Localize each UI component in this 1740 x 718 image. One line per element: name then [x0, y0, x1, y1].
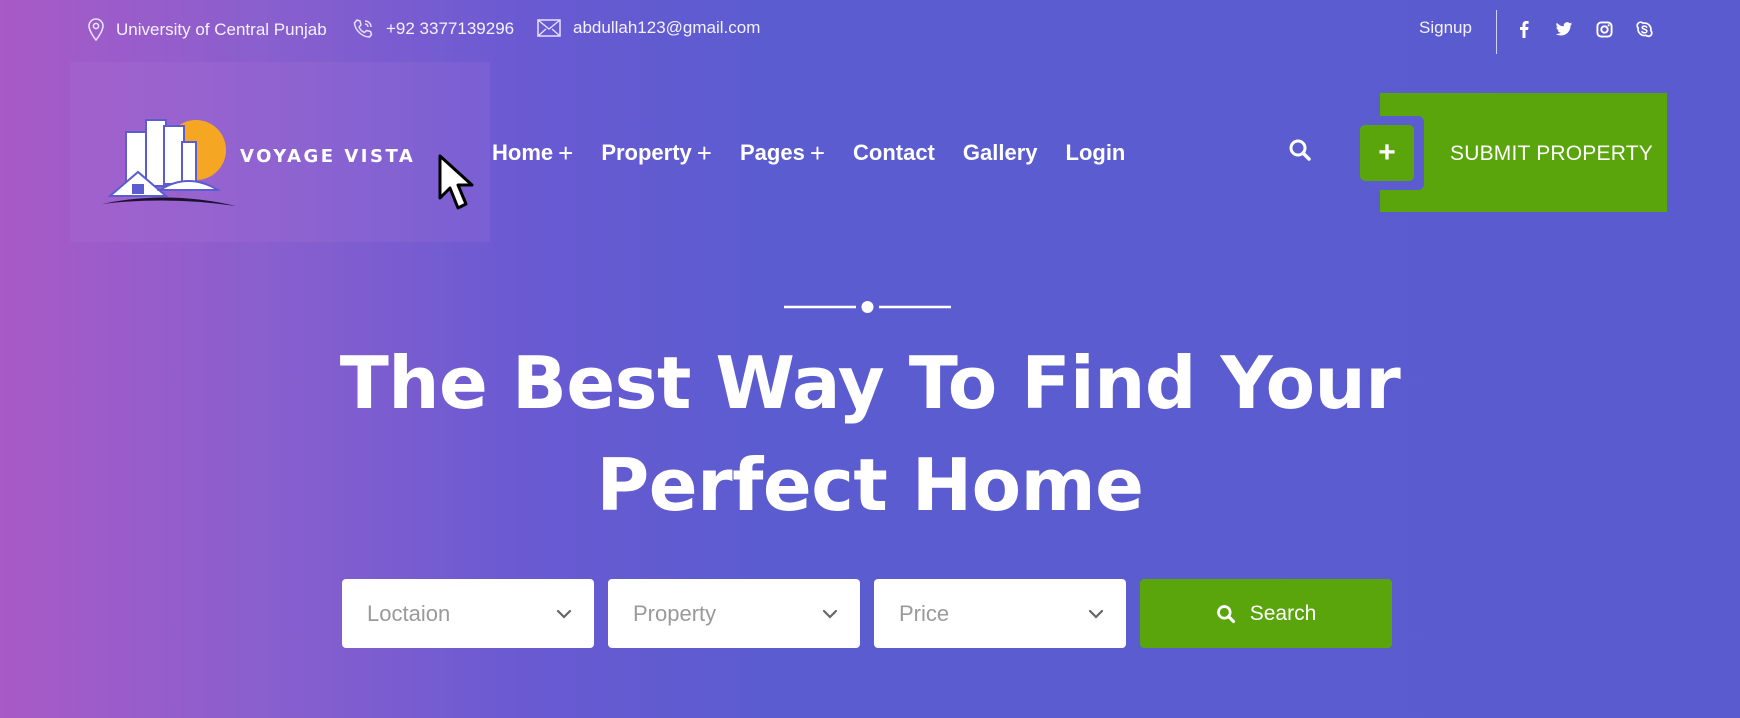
building-logo-icon	[102, 119, 236, 206]
hero-title: The Best Way To Find Your Perfect Home	[0, 332, 1740, 536]
map-pin-icon	[88, 18, 104, 42]
main-nav: Home + Property + Pages + Contact Gallery L…	[492, 140, 1153, 166]
facebook-icon[interactable]	[1504, 18, 1544, 40]
chevron-down-icon	[556, 609, 572, 619]
phone-icon	[353, 19, 373, 38]
phone-text: +92 3377139296	[386, 19, 515, 38]
nav-item-label: Home	[492, 140, 554, 165]
hero-divider-ornament	[784, 301, 951, 313]
location-text: University of Central Punjab	[116, 20, 327, 39]
hero-title-line-1: The Best Way To Find Your	[339, 341, 1401, 425]
nav-item-label: Pages	[739, 140, 805, 165]
location-select-value: Loctaion	[367, 600, 451, 626]
nav-item-login[interactable]: Login	[1066, 140, 1126, 166]
site-logo[interactable]	[98, 112, 238, 208]
twitter-icon[interactable]	[1544, 18, 1584, 40]
nav-item-contact[interactable]: Contact	[853, 140, 935, 166]
brand-name[interactable]: VOYAGE VISTA	[240, 146, 415, 167]
mail-icon	[537, 19, 561, 37]
email-text: abdullah123@gmail.com	[573, 18, 761, 37]
social-links	[1504, 18, 1664, 40]
chevron-down-icon	[822, 609, 838, 619]
property-select[interactable]: Property	[608, 579, 860, 648]
plus-icon: +	[558, 138, 574, 168]
nav-item-label: Login	[1065, 140, 1126, 165]
signup-link[interactable]: Signup	[1419, 18, 1472, 38]
nav-item-gallery[interactable]: Gallery	[963, 140, 1038, 166]
search-icon	[1216, 604, 1235, 623]
nav-item-label: Property	[601, 140, 692, 165]
search-icon[interactable]	[1288, 138, 1312, 162]
property-select-value: Property	[633, 600, 717, 626]
search-button-label: Search	[1249, 601, 1317, 625]
price-select[interactable]: Price	[874, 579, 1126, 648]
email-info[interactable]: abdullah123@gmail.com	[537, 18, 760, 38]
nav-item-pages[interactable]: Pages +	[740, 140, 825, 166]
location-select[interactable]: Loctaion	[342, 579, 594, 648]
nav-item-label: Contact	[853, 140, 935, 165]
phone-info[interactable]: +92 3377139296	[352, 18, 514, 40]
chevron-down-icon	[1088, 609, 1104, 619]
location-info: University of Central Punjab	[88, 18, 327, 42]
nav-item-label: Gallery	[962, 140, 1038, 165]
mouse-cursor-icon	[438, 154, 474, 210]
submit-property-label[interactable]: SUBMIT PROPERTY	[1450, 142, 1653, 166]
nav-item-home[interactable]: Home +	[492, 140, 573, 166]
submit-plus-icon[interactable]: +	[1360, 125, 1414, 181]
hero-title-line-2: Perfect Home	[596, 443, 1144, 527]
instagram-icon[interactable]	[1584, 18, 1624, 40]
price-select-value: Price	[899, 600, 950, 626]
topbar-divider	[1496, 10, 1497, 54]
plus-icon: +	[696, 138, 712, 168]
search-button[interactable]: Search	[1140, 579, 1392, 648]
top-bar: University of Central Punjab +92 3377139…	[0, 0, 1740, 58]
skype-icon[interactable]	[1624, 18, 1664, 40]
nav-item-property[interactable]: Property +	[601, 140, 712, 166]
plus-icon: +	[809, 138, 825, 168]
